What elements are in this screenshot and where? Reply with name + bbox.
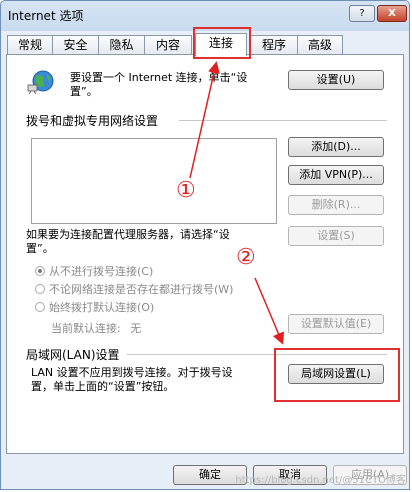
tab-connections[interactable]: 连接 xyxy=(195,33,247,56)
watermark: https://blog.csdn.net/@51CTO博客 xyxy=(235,475,406,486)
arrow-two xyxy=(254,277,285,345)
arrow-one xyxy=(189,61,220,179)
annotation-two: ② xyxy=(236,245,256,270)
annotation-arrows xyxy=(189,61,285,345)
annotation-one: ① xyxy=(176,178,196,203)
